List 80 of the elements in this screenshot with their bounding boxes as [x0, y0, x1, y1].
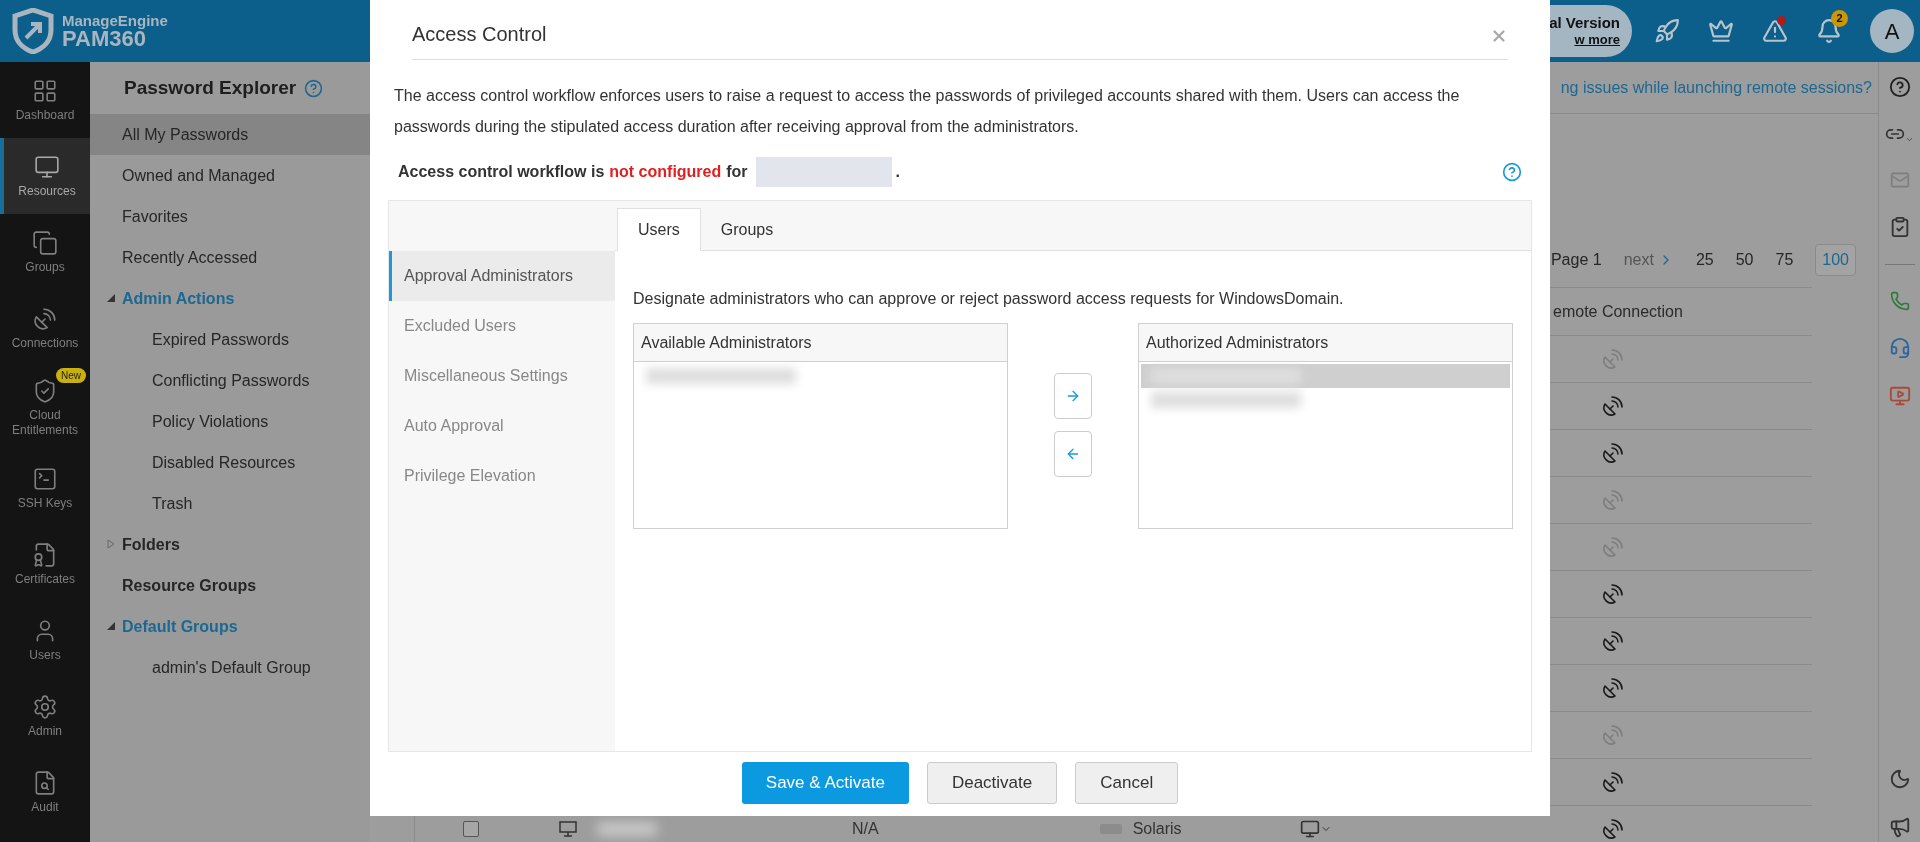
nav-rail-item[interactable]: Users: [0, 602, 90, 678]
status-end: .: [895, 162, 901, 182]
remote-connection-icon[interactable]: [1601, 676, 1625, 700]
tab[interactable]: Groups: [700, 208, 794, 251]
help-icon[interactable]: [1888, 76, 1911, 98]
alert-icon[interactable]: [1762, 18, 1788, 44]
monitor-icon: [34, 153, 60, 180]
settings-icon: [32, 693, 58, 720]
nav-rail-item[interactable]: Dashboard: [0, 62, 90, 138]
monitor-dropdown-icon[interactable]: [1299, 819, 1332, 839]
settings-nav-item[interactable]: Approval Administrators: [389, 251, 615, 301]
list-header: Available Administrators: [634, 324, 1007, 362]
nav-rail-item[interactable]: Audit: [0, 754, 90, 830]
arrow-left-icon: [1065, 446, 1081, 462]
remote-connection-icon[interactable]: [1601, 629, 1625, 653]
remote-connection-icon[interactable]: [1601, 582, 1625, 606]
remote-connection-icon[interactable]: [1601, 441, 1625, 465]
tab[interactable]: Users: [617, 208, 701, 251]
explorer-item[interactable]: All My Passwords: [90, 114, 370, 155]
list-header: Authorized Administrators: [1139, 324, 1512, 362]
new-badge: New: [56, 368, 86, 383]
trial-title: al Version: [1549, 13, 1620, 33]
headset-icon[interactable]: [1888, 337, 1911, 359]
rocket-icon[interactable]: [1654, 18, 1680, 44]
avatar[interactable]: A: [1870, 9, 1914, 53]
nav-rail-item[interactable]: Resources: [0, 138, 90, 214]
monitor-icon: [559, 821, 577, 837]
remote-connection-icon[interactable]: [1601, 817, 1625, 841]
arrow-right-icon: [1065, 388, 1081, 404]
nav-rail-item[interactable]: SSH Keys: [0, 450, 90, 526]
page-size-option[interactable]: 50: [1735, 248, 1754, 272]
page-size-option[interactable]: 25: [1695, 248, 1714, 272]
dialog-description: The access control workflow enforces users to raise a request to access the passwords of privileged accounts shared with them. Users can access the passwords during the stipulated access duration after receiving approval from the administrators.: [394, 86, 1461, 137]
instruction-text: Designate administrators who can approve or reject password access requests for WindowsDomain.: [633, 289, 1345, 309]
brand-name: ManageEngine: [62, 12, 168, 28]
status-value: not configured: [609, 162, 722, 182]
dialog-button[interactable]: Save & Activate: [741, 762, 909, 804]
megaphone-icon[interactable]: [1888, 816, 1911, 838]
explorer-heading[interactable]: Resource Groups: [90, 565, 370, 606]
nav-rail-item[interactable]: Groups: [0, 214, 90, 290]
remote-connection-icon[interactable]: [1601, 770, 1625, 794]
terminal-icon: [32, 465, 58, 492]
settings-nav-item[interactable]: Miscellaneous Settings: [389, 351, 615, 401]
row-checkbox[interactable]: [463, 821, 479, 837]
expanded-triangle-icon[interactable]: [106, 293, 116, 303]
explorer-folder[interactable]: Folders: [122, 532, 180, 557]
page-size-option[interactable]: 75: [1775, 248, 1794, 272]
nav-rail-item[interactable]: Certificates: [0, 526, 90, 602]
next-link[interactable]: next: [1623, 248, 1674, 272]
nav-rail-item[interactable]: Connections: [0, 290, 90, 366]
dialog-button[interactable]: Cancel: [1075, 762, 1179, 804]
dish-icon: [32, 305, 58, 332]
video-icon[interactable]: [1888, 385, 1911, 407]
notification-count: 2: [1831, 10, 1848, 27]
help-icon[interactable]: [1502, 162, 1522, 182]
moon-icon[interactable]: [1888, 768, 1911, 790]
close-icon[interactable]: [1490, 27, 1508, 45]
crown-icon[interactable]: [1708, 18, 1734, 44]
table-cell-text: N/A: [852, 819, 879, 839]
product-name: PAM360: [62, 27, 146, 50]
trial-link[interactable]: w more: [1574, 32, 1620, 49]
dialog-title: Access Control: [412, 22, 547, 47]
explorer-title: Password Explorer: [124, 75, 297, 100]
settings-nav-item[interactable]: Excluded Users: [389, 301, 615, 351]
column-header: emote Connection: [1553, 301, 1683, 322]
page-label: Page 1: [1550, 250, 1602, 270]
status-text: for: [726, 162, 748, 182]
expanded-triangle-icon[interactable]: [106, 621, 116, 631]
nav-rail-item[interactable]: Admin: [0, 678, 90, 754]
status-text: Access control workflow is: [398, 162, 605, 182]
remote-connection-icon[interactable]: [1601, 394, 1625, 418]
redacted-name: [597, 822, 657, 836]
table-cell-text: Solaris: [1132, 819, 1182, 839]
shield-logo-icon: [12, 8, 54, 54]
settings-nav-item[interactable]: Auto Approval: [389, 401, 615, 451]
grid-icon: [32, 77, 58, 104]
dialog-button[interactable]: Deactivate: [926, 762, 1058, 804]
settings-nav-item[interactable]: Privilege Elevation: [389, 451, 615, 501]
nav-rail-item[interactable]: New Cloud Entitlements: [0, 366, 90, 450]
monitors-icon: [32, 229, 58, 256]
